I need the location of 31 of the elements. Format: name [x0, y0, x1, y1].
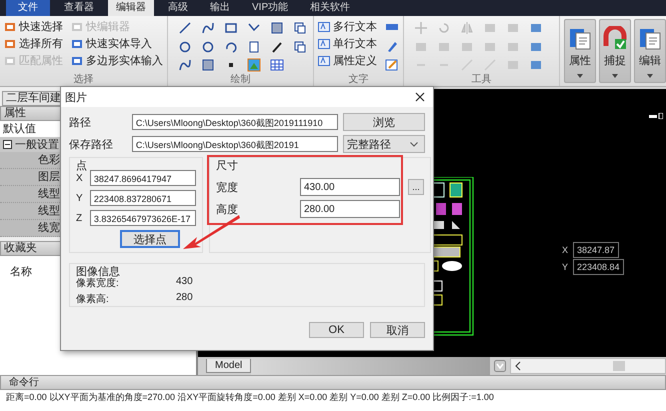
field-label: Z [76, 212, 84, 224]
property-name: 线型 [38, 205, 60, 217]
coordinate-value: 223408.84 [573, 259, 624, 275]
field-label: 宽度 [216, 180, 239, 194]
group-title: 图像信息 [76, 265, 120, 278]
group-title: 绘制 [230, 74, 252, 86]
info-value: 430 [176, 276, 193, 289]
section-label: 一般设置 [15, 138, 59, 152]
property-name: 线型 [38, 188, 60, 200]
field-label: Y [76, 192, 84, 204]
info-label: 像素宽度: [76, 276, 120, 290]
group-title: 尺寸 [216, 159, 238, 173]
command-output: 距离=0.00 以XY平面为基准的角度=270.00 沿XY平面旋转角度=0.00 差别 X=0.00 差别 Y=0.00 差别 Z=0.00 比例因子:=1.00 [0, 390, 666, 411]
field-label: 高度 [216, 202, 239, 216]
group-title: 点 [76, 158, 87, 173]
info-label: 像素高: [76, 292, 110, 306]
property-name: 图层 [38, 171, 60, 183]
axis-label: X [562, 245, 568, 255]
property-name: 色彩 [38, 154, 60, 166]
property-name: 线宽 [38, 222, 60, 234]
coordinate-value: 38247.87 [573, 242, 619, 258]
group-title: 文字 [348, 74, 370, 86]
dialog-title: 图片 [65, 90, 87, 104]
group-title: 工具 [470, 74, 492, 86]
field-label: 保存路径 [69, 138, 114, 152]
group-title: 选择 [72, 74, 94, 86]
column-header: 名称 [10, 266, 32, 278]
axis-label: Y [562, 262, 568, 272]
panel-header: 命令行 [0, 375, 666, 390]
info-value: 280 [176, 292, 193, 305]
field-label: X [76, 172, 84, 184]
